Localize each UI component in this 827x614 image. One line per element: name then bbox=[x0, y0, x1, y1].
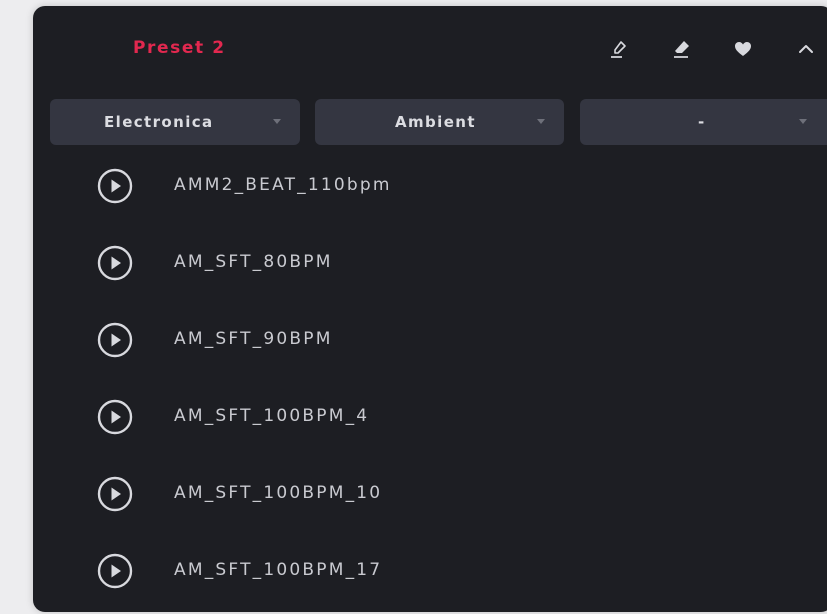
style-dropdown[interactable]: Ambient bbox=[315, 99, 564, 145]
track-name: AM_SFT_100BPM_17 bbox=[174, 560, 383, 580]
track-row[interactable]: AM_SFT_80BPM bbox=[33, 233, 827, 293]
subcategory-dropdown[interactable]: - bbox=[580, 99, 827, 145]
subcategory-dropdown-label: - bbox=[698, 113, 706, 131]
track-name: AM_SFT_100BPM_10 bbox=[174, 483, 383, 503]
eraser-icon[interactable] bbox=[667, 34, 697, 64]
track-name: AM_SFT_90BPM bbox=[174, 329, 333, 349]
style-dropdown-label: Ambient bbox=[395, 113, 476, 131]
chevron-down-icon bbox=[273, 119, 281, 124]
edit-icon[interactable] bbox=[605, 34, 635, 64]
track-row[interactable]: AM_SFT_100BPM_4 bbox=[33, 387, 827, 447]
track-row[interactable]: AM_SFT_100BPM_10 bbox=[33, 464, 827, 524]
play-icon[interactable] bbox=[97, 245, 133, 281]
play-icon[interactable] bbox=[97, 399, 133, 435]
track-name: AM_SFT_100BPM_4 bbox=[174, 406, 370, 426]
heart-icon[interactable] bbox=[728, 34, 758, 64]
chevron-up-icon[interactable] bbox=[791, 34, 821, 64]
play-icon[interactable] bbox=[97, 168, 133, 204]
track-row[interactable]: AM_SFT_100BPM_17 bbox=[33, 541, 827, 601]
filter-dropdowns: Electronica Ambient - bbox=[50, 99, 827, 145]
genre-dropdown-label: Electronica bbox=[104, 113, 214, 131]
chevron-down-icon bbox=[799, 119, 807, 124]
track-name: AM_SFT_80BPM bbox=[174, 252, 333, 272]
genre-dropdown[interactable]: Electronica bbox=[50, 99, 300, 145]
track-row[interactable]: AMM2_BEAT_110bpm bbox=[33, 156, 827, 216]
play-icon[interactable] bbox=[97, 553, 133, 589]
chevron-down-icon bbox=[537, 119, 545, 124]
preset-header: Preset 2 bbox=[33, 6, 827, 90]
play-icon[interactable] bbox=[97, 476, 133, 512]
play-icon[interactable] bbox=[97, 322, 133, 358]
preset-title: Preset 2 bbox=[133, 38, 226, 58]
track-name: AMM2_BEAT_110bpm bbox=[174, 175, 392, 195]
preset-panel: Preset 2 Electronica Ambient - AMM2_BEAT… bbox=[33, 6, 827, 612]
track-row[interactable]: AM_SFT_90BPM bbox=[33, 310, 827, 370]
